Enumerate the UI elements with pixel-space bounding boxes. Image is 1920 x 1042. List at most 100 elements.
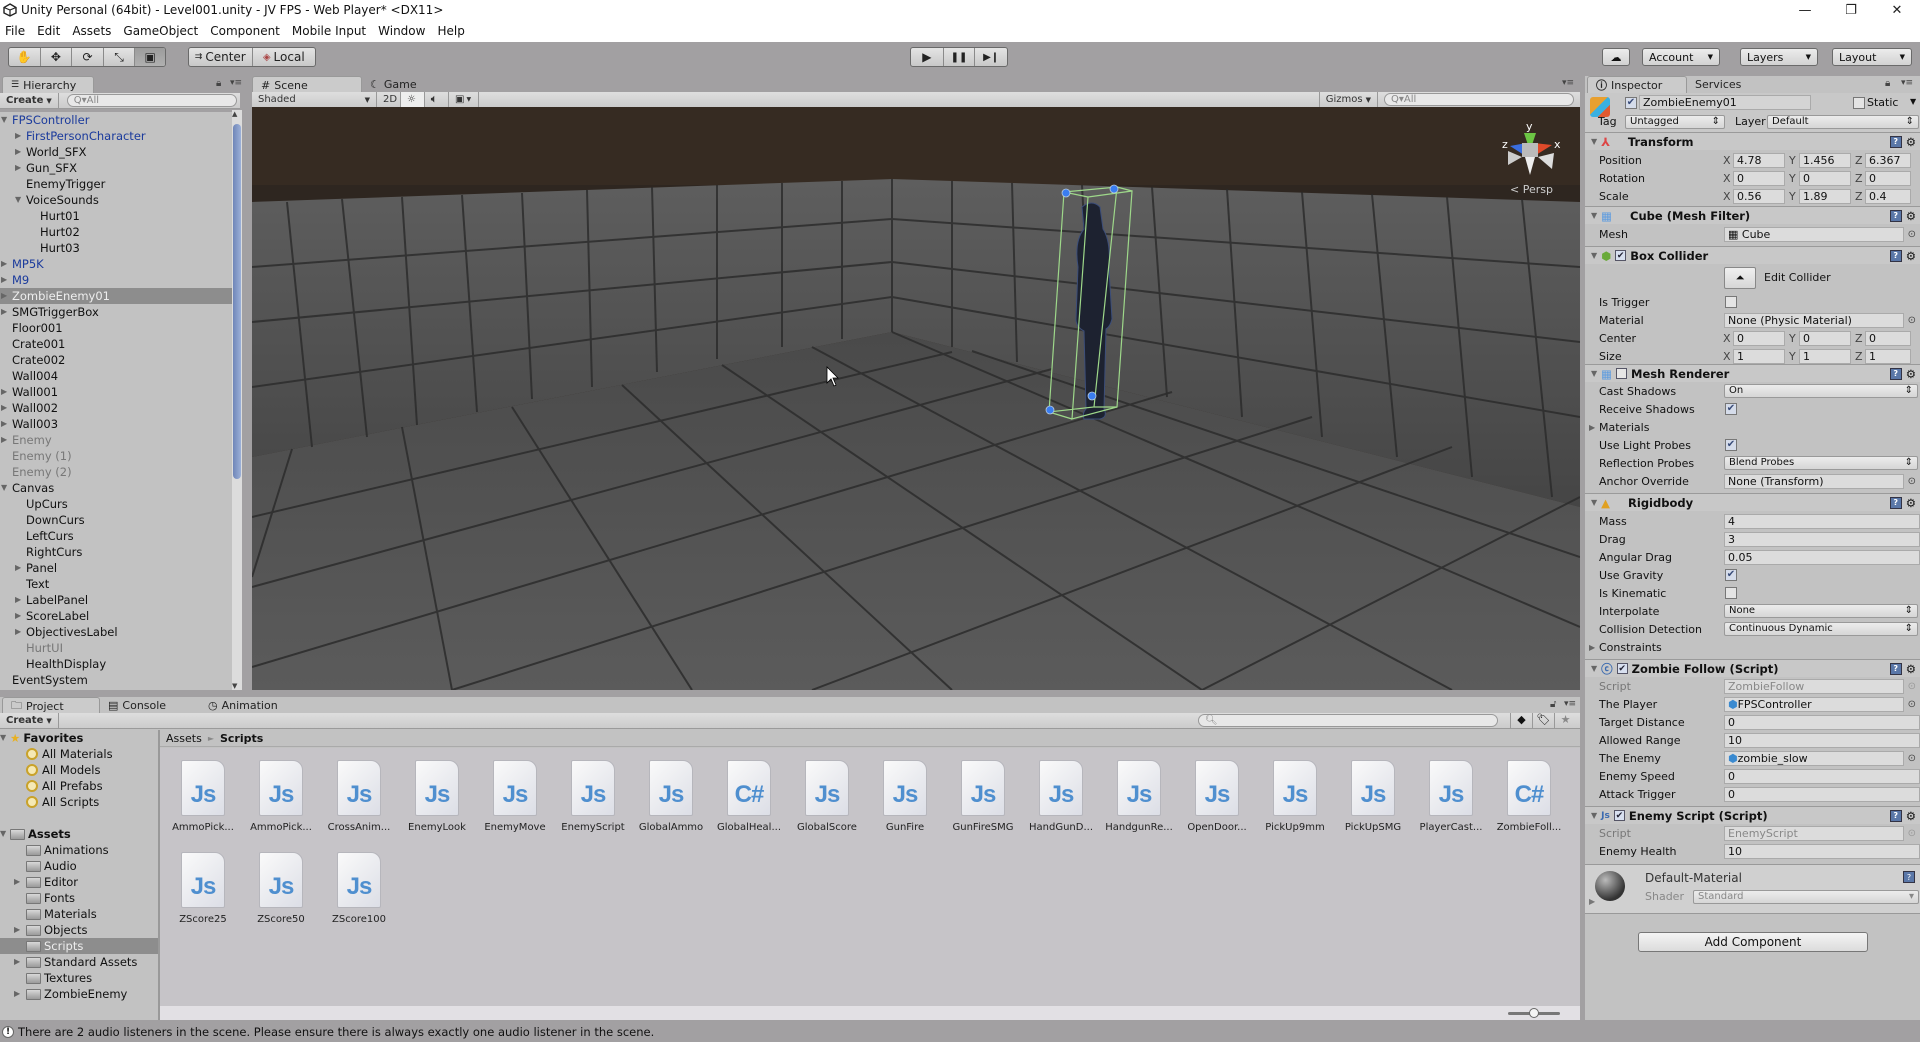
expand-arrow-icon[interactable]: ▶ bbox=[1, 432, 7, 448]
hierarchy-item[interactable]: Enemy (2) bbox=[0, 464, 232, 480]
gizmos-dropdown[interactable]: Gizmos ▼ bbox=[1318, 91, 1378, 108]
asset-item[interactable]: Js AmmoPick... bbox=[246, 760, 316, 840]
asset-item[interactable]: C# ZombieFoll... bbox=[1494, 760, 1564, 840]
hierarchy-item[interactable]: Crate001 bbox=[0, 336, 232, 352]
favorite-item[interactable]: All Prefabs bbox=[0, 778, 158, 794]
hierarchy-scrollbar[interactable]: ▲ ▼ bbox=[232, 110, 242, 690]
expand-arrow-icon[interactable]: ▶ bbox=[1, 400, 7, 416]
mesh-renderer-enabled-checkbox[interactable] bbox=[1616, 368, 1628, 379]
scale-tool-button[interactable]: ⤡ bbox=[104, 48, 136, 66]
breadcrumb-scripts[interactable]: Scripts bbox=[220, 732, 263, 745]
gear-icon[interactable]: ⚙ bbox=[1906, 809, 1916, 823]
rotation-y-field[interactable]: 0 bbox=[1799, 170, 1851, 186]
anchor-override-field[interactable]: None (Transform) bbox=[1724, 473, 1904, 489]
expand-arrow-icon[interactable]: ▶ bbox=[14, 874, 26, 890]
collapse-arrow-icon[interactable]: ▼ bbox=[1, 112, 7, 128]
the-enemy-field[interactable]: ⬢zombie_slow bbox=[1724, 750, 1904, 766]
folder-item[interactable]: Audio bbox=[0, 858, 158, 874]
expand-arrow-icon[interactable]: ▶ bbox=[1589, 897, 1595, 906]
collapse-arrow-icon[interactable]: ▼ bbox=[0, 826, 10, 842]
y-axis-label[interactable]: Y bbox=[1789, 350, 1796, 363]
tab-scene[interactable]: # Scene bbox=[252, 76, 362, 93]
2d-toggle[interactable]: 2D bbox=[377, 91, 401, 108]
tag-dropdown[interactable]: Untagged ⇕ bbox=[1625, 115, 1725, 129]
edit-collider-button[interactable]: ⏶ bbox=[1724, 267, 1756, 289]
asset-item[interactable]: Js ZScore25 bbox=[168, 852, 238, 932]
hierarchy-item[interactable]: Floor001 bbox=[0, 320, 232, 336]
tab-animation[interactable]: ◷ Animation bbox=[200, 697, 300, 714]
project-search-input[interactable]: 🔍︎ bbox=[1198, 714, 1498, 727]
object-picker-icon[interactable]: ⊙ bbox=[1908, 753, 1916, 764]
menu-gameobject[interactable]: GameObject bbox=[118, 24, 205, 38]
mesh-filter-header[interactable]: ▼ ▦ Cube (Mesh Filter)? ⚙ bbox=[1585, 206, 1920, 224]
close-button[interactable]: ✕ bbox=[1874, 3, 1920, 18]
gear-icon[interactable]: ⚙ bbox=[1906, 496, 1916, 510]
hierarchy-item[interactable]: UpCurs bbox=[0, 496, 232, 512]
menu-file[interactable]: File bbox=[0, 24, 32, 38]
maximize-button[interactable]: ❐ bbox=[1828, 3, 1874, 18]
hierarchy-item[interactable]: ▶ SMGTriggerBox bbox=[0, 304, 232, 320]
z-axis-label[interactable]: Z bbox=[1855, 190, 1863, 203]
expand-arrow-icon[interactable]: ▶ bbox=[1, 416, 7, 432]
hierarchy-scroll-thumb[interactable] bbox=[233, 124, 241, 479]
cast-shadows-dropdown[interactable]: On ⇕ bbox=[1724, 384, 1918, 398]
cloud-button[interactable]: ☁ bbox=[1602, 48, 1630, 66]
tab-project[interactable]: 🗀︎ Project bbox=[2, 697, 100, 714]
step-button[interactable]: ▶❙ bbox=[975, 48, 1007, 66]
folder-item[interactable]: ▶ ZombieEnemy bbox=[0, 986, 158, 1002]
object-picker-icon[interactable]: ⊙ bbox=[1908, 315, 1916, 326]
filter-by-type-icon[interactable]: ◆ bbox=[1510, 713, 1532, 729]
expand-arrow-icon[interactable]: ▶ bbox=[15, 144, 21, 160]
hierarchy-item[interactable]: ▶ Wall001 bbox=[0, 384, 232, 400]
expand-arrow-icon[interactable]: ▶ bbox=[15, 560, 21, 576]
hierarchy-item[interactable]: ▶ ScoreLabel bbox=[0, 608, 232, 624]
gameobject-icon[interactable] bbox=[1590, 97, 1610, 117]
asset-item[interactable]: Js OpenDoor... bbox=[1182, 760, 1252, 840]
hierarchy-item[interactable]: EnemyTrigger bbox=[0, 176, 232, 192]
help-icon[interactable]: ? bbox=[1889, 249, 1902, 262]
menu-window[interactable]: Window bbox=[373, 24, 432, 38]
object-picker-icon[interactable]: ⊙ bbox=[1908, 699, 1916, 710]
folder-item[interactable]: Animations bbox=[0, 842, 158, 858]
expand-arrow-icon[interactable]: ▶ bbox=[1, 256, 7, 272]
gear-icon[interactable]: ⚙ bbox=[1906, 249, 1916, 263]
enemy-speed-field[interactable]: 0 bbox=[1724, 768, 1920, 784]
hierarchy-create-button[interactable]: Create ▼ bbox=[0, 92, 59, 109]
is-kinematic-checkbox[interactable] bbox=[1725, 587, 1737, 599]
static-checkbox[interactable] bbox=[1853, 97, 1865, 109]
materials-foldout[interactable]: ▶ Materials bbox=[1585, 418, 1920, 436]
enemy-script-header[interactable]: ▼ Js ✔ Enemy Script (Script)? ⚙ bbox=[1585, 806, 1920, 824]
help-icon[interactable]: ? bbox=[1889, 662, 1902, 675]
shading-mode-dropdown[interactable]: Shaded ▼ bbox=[252, 91, 377, 108]
y-axis-label[interactable]: Y bbox=[1789, 190, 1796, 203]
active-checkbox[interactable]: ✔ bbox=[1625, 97, 1637, 109]
asset-item[interactable]: Js EnemyMove bbox=[480, 760, 550, 840]
breadcrumb-assets[interactable]: Assets bbox=[166, 732, 202, 745]
pause-button[interactable]: ❚❚ bbox=[944, 48, 976, 66]
x-axis-label[interactable]: X bbox=[1723, 332, 1731, 345]
hierarchy-item[interactable]: ▶ World_SFX bbox=[0, 144, 232, 160]
persp-label[interactable]: < Persp bbox=[1510, 183, 1553, 196]
folder-item[interactable]: Materials bbox=[0, 906, 158, 922]
help-icon[interactable]: ? bbox=[1889, 209, 1902, 222]
mass-field[interactable]: 4 bbox=[1724, 513, 1920, 529]
project-create-button[interactable]: Create ▼ bbox=[0, 712, 59, 729]
allowed-range-field[interactable]: 10 bbox=[1724, 732, 1920, 748]
asset-item[interactable]: Js ZScore50 bbox=[246, 852, 316, 932]
collapse-arrow-icon[interactable]: ▼ bbox=[15, 192, 21, 208]
scene-search-input[interactable]: Q▾All bbox=[1384, 93, 1574, 106]
hierarchy-item[interactable]: EventSystem bbox=[0, 672, 232, 688]
hierarchy-item[interactable]: Hurt01 bbox=[0, 208, 232, 224]
position-x-field[interactable]: 4.78 bbox=[1733, 152, 1785, 168]
icon-size-slider[interactable] bbox=[1508, 1008, 1560, 1018]
center-x-field[interactable]: 0 bbox=[1733, 330, 1785, 346]
minimize-button[interactable]: — bbox=[1782, 3, 1828, 18]
panel-menu-icon[interactable]: ▾≡ bbox=[1564, 699, 1576, 709]
layers-dropdown[interactable]: Layers ▼ bbox=[1740, 48, 1818, 66]
asset-item[interactable]: Js PickUpSMG bbox=[1338, 760, 1408, 840]
expand-arrow-icon[interactable]: ▶ bbox=[1, 304, 7, 320]
hierarchy-item[interactable]: LeftCurs bbox=[0, 528, 232, 544]
center-z-field[interactable]: 0 bbox=[1865, 330, 1911, 346]
menu-help[interactable]: Help bbox=[432, 24, 471, 38]
help-icon[interactable]: ? bbox=[1889, 135, 1902, 148]
